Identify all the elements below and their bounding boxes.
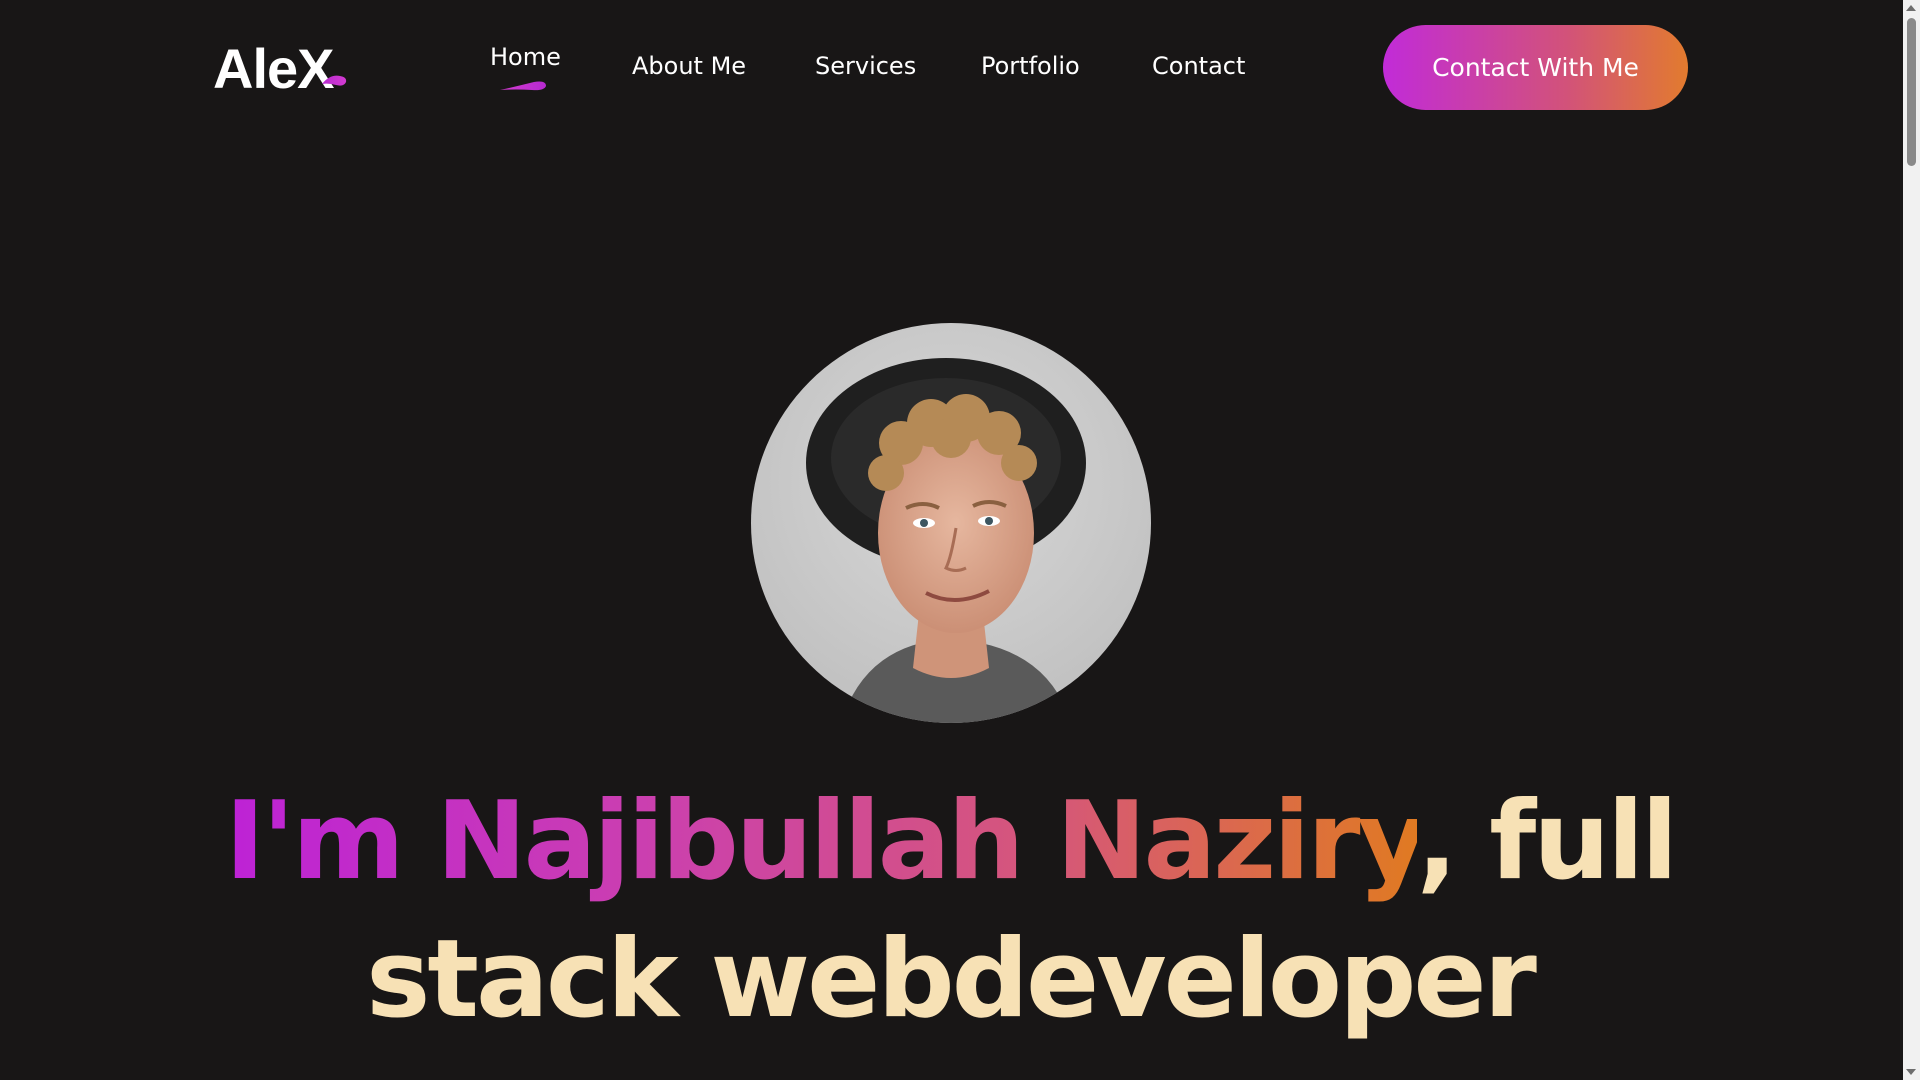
hero-headline-full: full bbox=[1489, 779, 1678, 904]
scrollbar-thumb[interactable] bbox=[1907, 18, 1916, 166]
brand-logo[interactable]: AleX bbox=[213, 38, 334, 100]
avatar bbox=[751, 323, 1151, 723]
nav-item-portfolio[interactable]: Portfolio bbox=[981, 52, 1080, 80]
nav-item-contact[interactable]: Contact bbox=[1152, 52, 1245, 80]
scroll-down-arrow-icon[interactable] bbox=[1906, 1069, 1916, 1075]
hero-headline-line1: I'm Najibullah Naziry, full bbox=[0, 772, 1900, 912]
hero-comma: , bbox=[1416, 779, 1458, 904]
hero-headline-line2: stack webdeveloper bbox=[366, 917, 1537, 1042]
hero-name: I'm Najibullah Naziry bbox=[224, 779, 1420, 904]
scroll-up-arrow-icon[interactable] bbox=[1906, 5, 1916, 11]
nav-item-about[interactable]: About Me bbox=[632, 52, 746, 80]
page-scrollbar[interactable] bbox=[1903, 0, 1920, 1080]
nav-item-services[interactable]: Services bbox=[815, 52, 916, 80]
logo-accent-icon bbox=[322, 75, 347, 86]
contact-with-me-button[interactable]: Contact With Me bbox=[1383, 25, 1688, 110]
profile-photo-icon bbox=[751, 323, 1151, 723]
portfolio-page: AleX Home About Me Services Portfolio Co… bbox=[0, 0, 1920, 1080]
nav-item-home[interactable]: Home bbox=[490, 43, 561, 71]
active-nav-indicator-icon bbox=[500, 81, 546, 91]
